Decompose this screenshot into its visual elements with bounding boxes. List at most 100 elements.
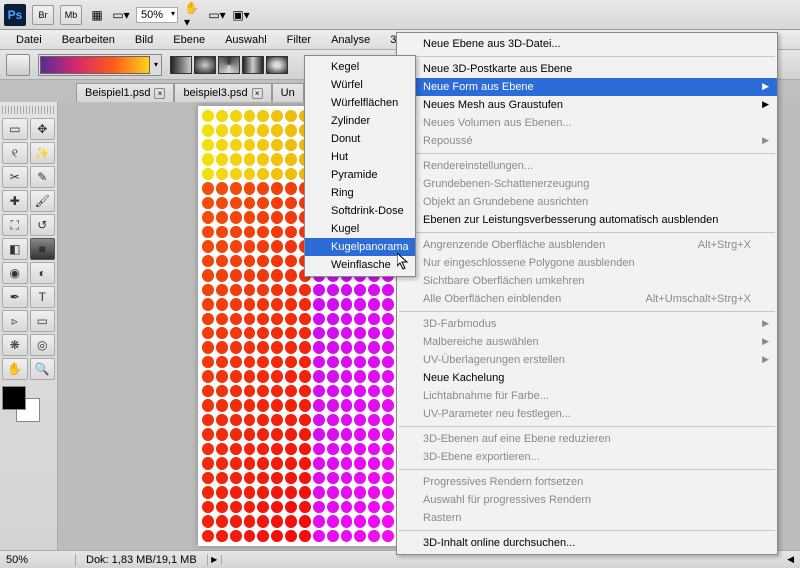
3d-tool[interactable]: ❋ (2, 334, 28, 356)
menu-item[interactable]: Ebenen zur Leistungsverbesserung automat… (397, 211, 777, 229)
canvas-dot (368, 530, 380, 542)
bridge-button[interactable]: Br (32, 5, 54, 25)
pen-tool[interactable]: ✒ (2, 286, 28, 308)
menu-item[interactable]: Neues Mesh aus Graustufen▶ (397, 96, 777, 114)
color-swatches[interactable] (2, 386, 42, 424)
canvas-dot (257, 443, 269, 455)
close-icon[interactable]: × (252, 88, 263, 99)
menu-datei[interactable]: Datei (6, 32, 52, 48)
heal-tool[interactable]: ✚ (2, 190, 28, 212)
crop-tool[interactable]: ✂ (2, 166, 28, 188)
menu-item[interactable]: 3D-Inhalt online durchsuchen... (397, 534, 777, 552)
menu-separator (399, 530, 775, 531)
submenu-item[interactable]: Würfelflächen (305, 94, 415, 112)
gradient-linear[interactable] (170, 56, 192, 74)
move-tool[interactable]: ✥ (30, 118, 56, 140)
menu-bearbeiten[interactable]: Bearbeiten (52, 32, 125, 48)
canvas-dot (341, 530, 353, 542)
submenu-item[interactable]: Weinflasche (305, 256, 415, 274)
submenu-item[interactable]: Würfel (305, 76, 415, 94)
canvas-dot (313, 472, 325, 484)
gradient-reflected[interactable] (242, 56, 264, 74)
canvas-dot (327, 284, 339, 296)
path-select-tool[interactable]: ▹ (2, 310, 28, 332)
brush-tool[interactable]: 🖌 (30, 190, 56, 212)
canvas-dot (382, 428, 394, 440)
document-tab[interactable]: beispiel3.psd× (174, 83, 271, 102)
menu-item-label: 3D-Inhalt online durchsuchen... (423, 537, 575, 549)
document-tab[interactable]: Un (272, 83, 304, 102)
stamp-tool[interactable]: ⛶ (2, 214, 28, 236)
panel-handle[interactable] (2, 106, 55, 114)
menu-analyse[interactable]: Analyse (321, 32, 380, 48)
blur-tool[interactable]: ◉ (2, 262, 28, 284)
history-brush-tool[interactable]: ↺ (30, 214, 56, 236)
tab-label: Beispiel1.psd (85, 87, 150, 99)
menu-item[interactable]: Neue Ebene aus 3D-Datei... (397, 35, 777, 53)
wand-tool[interactable]: ✨ (30, 142, 56, 164)
submenu-item[interactable]: Donut (305, 130, 415, 148)
hand-tool[interactable]: ✋ (2, 358, 28, 380)
canvas-dot (202, 197, 214, 209)
canvas-dot (230, 182, 242, 194)
type-tool[interactable]: T (30, 286, 56, 308)
canvas-dot (202, 168, 214, 180)
eraser-tool[interactable]: ◧ (2, 238, 28, 260)
zoom-tool[interactable]: 🔍 (30, 358, 56, 380)
menu-item[interactable]: Neue Kachelung (397, 369, 777, 387)
3d-camera-tool[interactable]: ◎ (30, 334, 56, 356)
menu-bild[interactable]: Bild (125, 32, 163, 48)
lasso-tool[interactable]: ୧ (2, 142, 28, 164)
submenu-item[interactable]: Kegel (305, 58, 415, 76)
canvas-dot (354, 472, 366, 484)
gradient-preview[interactable] (40, 56, 150, 74)
dodge-tool[interactable]: ◐ (30, 262, 56, 284)
close-icon[interactable]: × (154, 88, 165, 99)
submenu-item[interactable]: Ring (305, 184, 415, 202)
layout-icon[interactable]: ▦ (88, 6, 106, 24)
submenu-item[interactable]: Kugel (305, 220, 415, 238)
minibridge-button[interactable]: Mb (60, 5, 82, 25)
gradient-radial[interactable] (194, 56, 216, 74)
document-tab[interactable]: Beispiel1.psd × (76, 83, 174, 102)
canvas-dot (230, 414, 242, 426)
canvas-dot (368, 370, 380, 382)
canvas-dot (285, 313, 297, 325)
canvas-dot (244, 327, 256, 339)
menu-item: 3D-Ebene exportieren... (397, 448, 777, 466)
canvas-dot (285, 110, 297, 122)
hand-icon[interactable]: ✋▾ (184, 6, 202, 24)
tool-preset[interactable] (6, 54, 30, 76)
view-icon[interactable]: ▭▾ (208, 6, 226, 24)
canvas-dot (341, 501, 353, 513)
menu-auswahl[interactable]: Auswahl (215, 32, 277, 48)
gradient-diamond[interactable] (266, 56, 288, 74)
shape-tool[interactable]: ▭ (30, 310, 56, 332)
submenu-item[interactable]: Pyramide (305, 166, 415, 184)
menu-item[interactable]: Neue 3D-Postkarte aus Ebene (397, 60, 777, 78)
submenu-item[interactable]: Softdrink-Dose (305, 202, 415, 220)
scroll-left-icon[interactable]: ◀ (781, 554, 800, 565)
status-zoom[interactable]: 50% (0, 554, 76, 566)
chevron-down-icon[interactable]: ▾ (152, 60, 160, 69)
canvas-dot (313, 501, 325, 513)
canvas-dot (216, 211, 228, 223)
screen-mode-icon[interactable]: ▣▾ (232, 6, 250, 24)
zoom-select[interactable]: 50%▾ (136, 7, 178, 23)
menu-filter[interactable]: Filter (277, 32, 321, 48)
gradient-tool[interactable]: ■ (30, 238, 56, 260)
eyedropper-tool[interactable]: ✎ (30, 166, 56, 188)
menu-item-label: 3D-Ebene exportieren... (423, 451, 540, 463)
menu-item[interactable]: Neue Form aus Ebene▶ (397, 78, 777, 96)
menu-ebene[interactable]: Ebene (163, 32, 215, 48)
arrange-icon[interactable]: ▭▾ (112, 6, 130, 24)
status-arrow-icon[interactable]: ▶ (208, 555, 222, 564)
fg-swatch[interactable] (2, 386, 26, 410)
submenu-item[interactable]: Zylinder (305, 112, 415, 130)
menu-item-label: Alle Oberflächen einblenden (423, 293, 561, 305)
submenu-item[interactable]: Kugelpanorama (305, 238, 415, 256)
gradient-angle[interactable] (218, 56, 240, 74)
canvas-dot (327, 530, 339, 542)
submenu-item[interactable]: Hut (305, 148, 415, 166)
marquee-rect-tool[interactable]: ▭ (2, 118, 28, 140)
